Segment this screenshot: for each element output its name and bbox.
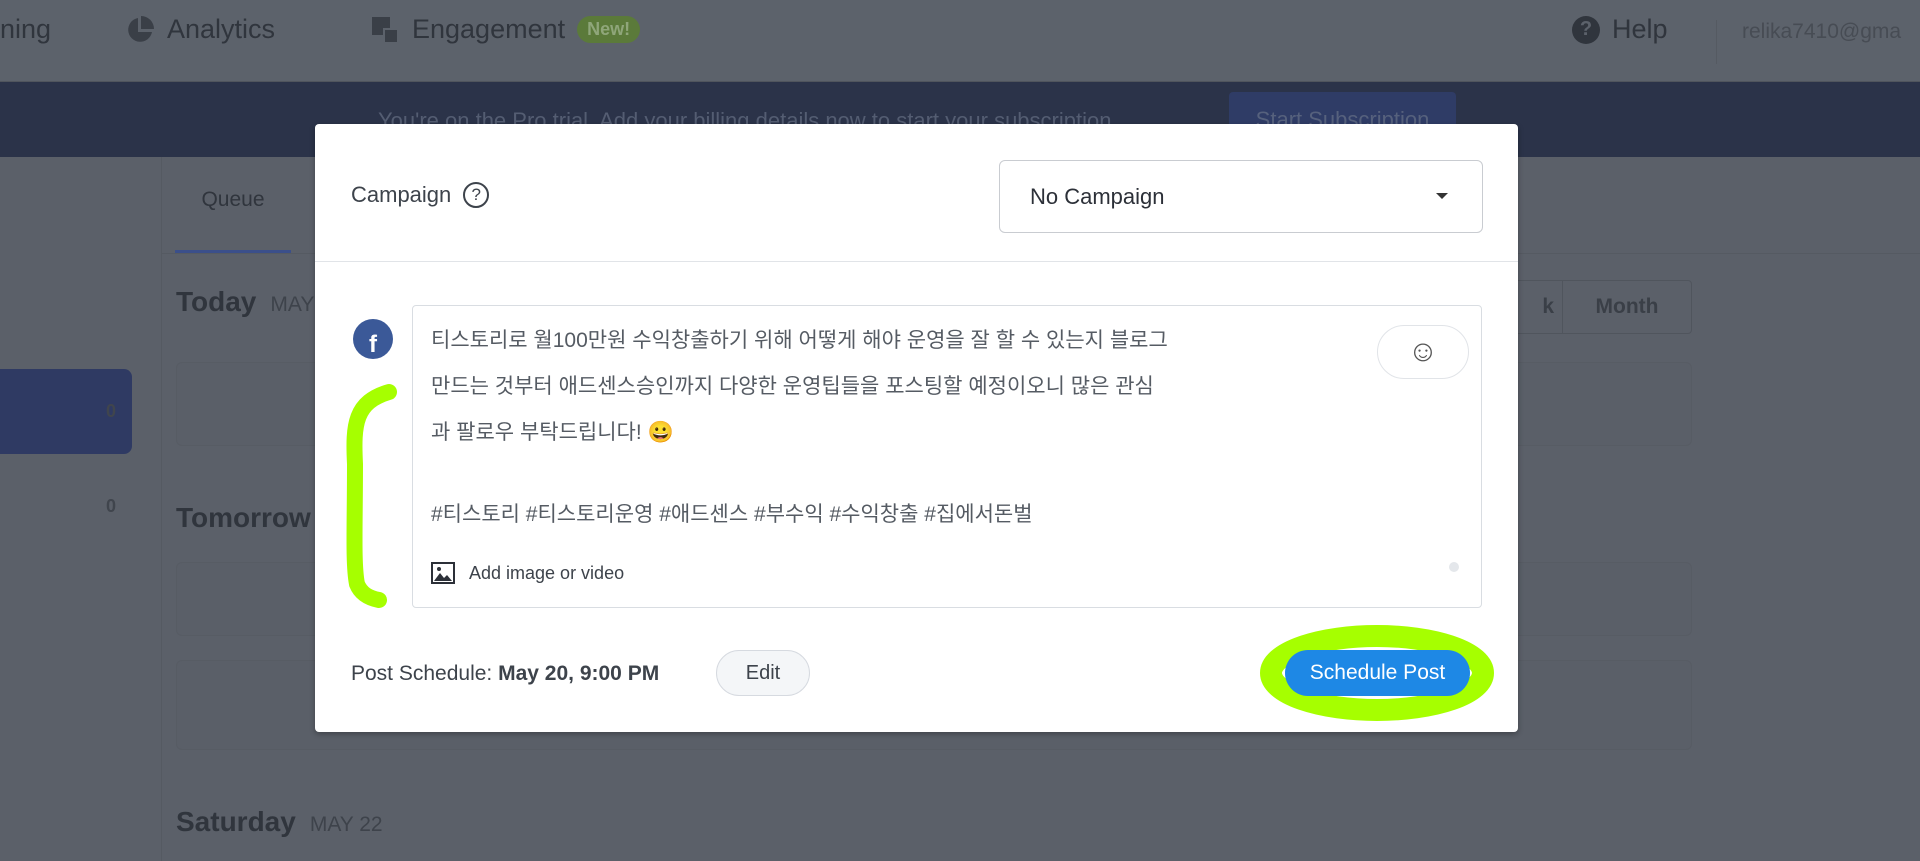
day-heading-tomorrow: Tomorrow	[176, 502, 311, 534]
add-media-label: Add image or video	[469, 562, 625, 583]
schedule-post-button[interactable]: Schedule Post	[1285, 650, 1470, 696]
facebook-icon[interactable]: f	[353, 319, 393, 359]
day-heading-today: Today MAY	[176, 286, 314, 318]
sidebar: 0 0	[0, 157, 162, 861]
help-icon[interactable]: ?	[463, 182, 490, 208]
tab-queue[interactable]: Queue	[175, 188, 291, 212]
help-label: Help	[1612, 14, 1668, 44]
day-date: MAY	[270, 293, 315, 316]
schedule-label: Post Schedule:	[351, 662, 493, 685]
nav-label: Analytics	[167, 14, 276, 44]
post-text-line: #티스토리 #티스토리운영 #애드센스 #부수익 #수익창출 #집에서돈벌	[431, 503, 1033, 526]
month-button[interactable]: Month	[1563, 281, 1691, 333]
day-title: Tomorrow	[176, 502, 311, 533]
smiley-icon: ☺	[1407, 335, 1439, 368]
help-link[interactable]: ? Help	[1572, 14, 1668, 45]
post-text-line: 만드는 것부터 애드센스승인까지 다양한 운영팁들을 포스팅할 예정이오니 많은…	[431, 375, 1154, 398]
campaign-select[interactable]: No Campaign	[999, 160, 1483, 233]
campaign-value: No Campaign	[1030, 183, 1165, 209]
nav-item-analytics[interactable]: Analytics	[125, 14, 275, 45]
top-nav: ning Analytics Engagement New! ? Help re…	[0, 0, 1920, 82]
divider	[315, 261, 1518, 262]
caret-down-icon	[1436, 193, 1448, 199]
post-textarea[interactable]: 티스토리로 월100만원 수익창출하기 위해 어떻게 해야 운영을 잘 할 수 …	[412, 305, 1482, 608]
count: 0	[105, 496, 116, 516]
image-icon	[431, 562, 455, 584]
post-schedule: Post Schedule: May 20, 9:00 PM	[351, 662, 659, 686]
count: 0	[105, 401, 116, 421]
campaign-label: Campaign	[351, 182, 452, 207]
day-title: Today	[176, 286, 257, 317]
user-menu[interactable]: relika7410@gma	[1742, 20, 1901, 44]
day-title: Saturday	[176, 806, 296, 837]
day-heading-saturday: Saturday MAY 22	[176, 806, 383, 838]
divider	[1716, 20, 1717, 64]
scroll-indicator	[1449, 562, 1459, 572]
user-email: relika7410@gma	[1742, 20, 1902, 43]
engagement-icon	[372, 16, 399, 44]
edit-schedule-button[interactable]: Edit	[716, 650, 810, 696]
sidebar-item[interactable]: 0	[0, 369, 132, 454]
view-toggle: k Month	[1490, 280, 1692, 334]
sidebar-item[interactable]: 0	[0, 464, 132, 549]
help-icon: ?	[1572, 15, 1600, 44]
pie-chart-icon	[128, 15, 154, 42]
new-badge: New!	[577, 16, 641, 43]
day-date: MAY 22	[309, 813, 383, 836]
nav-label: Engagement	[412, 14, 566, 44]
nav-item-publishing[interactable]: ning	[0, 14, 51, 45]
schedule-value: May 20, 9:00 PM	[498, 662, 660, 685]
add-media-button[interactable]: Add image or video	[431, 562, 624, 584]
post-text-line: 티스토리로 월100만원 수익창출하기 위해 어떻게 해야 운영을 잘 할 수 …	[431, 329, 1168, 352]
schedule-post-modal: Campaign ? No Campaign f 티스토리로 월100만원 수익…	[315, 124, 1518, 732]
nav-label: ning	[0, 14, 52, 44]
nav-item-engagement[interactable]: Engagement New!	[372, 14, 641, 45]
emoji-picker-button[interactable]: ☺	[1377, 325, 1469, 379]
post-text-line: 과 팔로우 부탁드립니다! 😀	[431, 421, 674, 444]
campaign-label-row: Campaign ?	[351, 182, 490, 208]
